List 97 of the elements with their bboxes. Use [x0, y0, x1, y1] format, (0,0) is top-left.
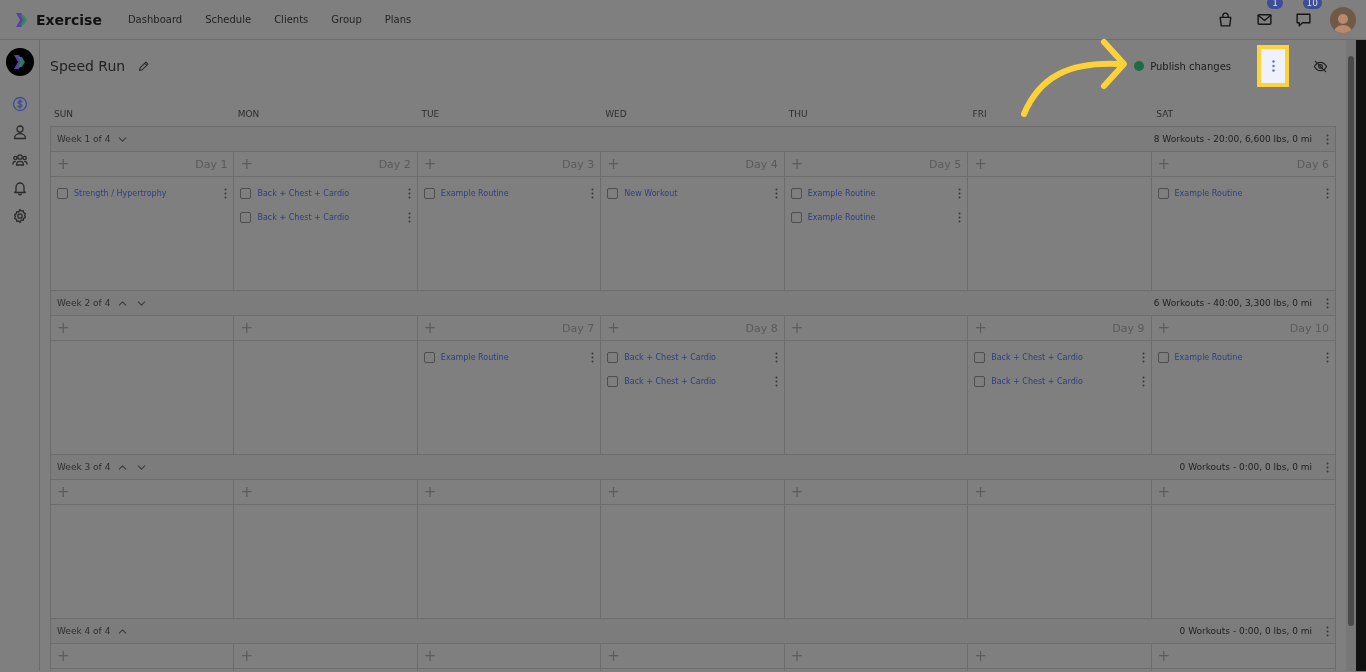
add-button[interactable]: + [423, 648, 437, 664]
add-button[interactable]: + [974, 648, 987, 664]
checkbox[interactable] [790, 211, 802, 223]
add-button[interactable]: + [240, 648, 253, 664]
weekday-label: MON [236, 109, 261, 119]
add-button[interactable]: + [1157, 156, 1171, 172]
workout-link[interactable]: Example Routine [1174, 188, 1243, 198]
weekday-label: SAT [1155, 109, 1175, 119]
weekday-label: WED [604, 109, 628, 119]
scrollbar-thumb[interactable] [1348, 56, 1354, 626]
workout-link[interactable]: Back + Chest + Cardio [257, 188, 350, 198]
checkbox[interactable] [423, 187, 435, 199]
chat-icon[interactable] [1295, 11, 1312, 28]
nav-link[interactable]: Group [331, 14, 362, 25]
checkbox[interactable] [607, 375, 619, 387]
week-label: Week 1 of 4 [57, 134, 111, 144]
checkbox[interactable] [240, 211, 252, 223]
person-icon[interactable] [11, 124, 28, 140]
nav-link[interactable]: Schedule [205, 14, 252, 25]
add-button[interactable]: + [974, 320, 987, 336]
add-button[interactable]: + [790, 320, 804, 336]
avatar[interactable] [1330, 6, 1356, 33]
app-name: Exercise [36, 11, 102, 28]
group-icon[interactable] [11, 152, 28, 168]
add-button[interactable]: + [1157, 648, 1171, 664]
weekday-label: FRI [971, 109, 988, 119]
workout-link[interactable]: Back + Chest + Cardio [991, 376, 1083, 386]
add-button[interactable]: + [423, 484, 437, 500]
add-button[interactable]: + [423, 156, 437, 172]
dollar-icon[interactable] [11, 96, 28, 112]
add-button[interactable]: + [607, 648, 620, 664]
checkbox[interactable] [974, 375, 986, 387]
workout-link[interactable]: Example Routine [807, 188, 876, 198]
nav-link[interactable]: Plans [384, 14, 412, 25]
hidden-eye-icon[interactable] [1313, 58, 1328, 74]
add-button[interactable]: + [57, 320, 70, 336]
add-button[interactable]: + [974, 484, 987, 500]
bag-icon[interactable] [1217, 11, 1234, 28]
workout-link[interactable]: Example Routine [440, 352, 509, 362]
more-icon [1271, 60, 1275, 72]
week-label: Week 4 of 4 [57, 626, 111, 636]
plan-title: Speed Run [50, 58, 126, 74]
add-button[interactable]: + [974, 156, 987, 172]
workout-link[interactable]: Back + Chest + Cardio [257, 212, 350, 222]
workout-link[interactable]: Back + Chest + Cardio [991, 352, 1083, 362]
add-button[interactable]: + [57, 648, 70, 664]
logo-icon[interactable] [5, 48, 34, 76]
logo-icon [14, 11, 30, 28]
settings-icon[interactable] [11, 208, 28, 224]
checkbox[interactable] [423, 351, 435, 363]
workout-link[interactable]: Example Routine [807, 212, 876, 222]
nav-link[interactable]: Clients [274, 14, 309, 25]
add-button[interactable]: + [1157, 484, 1171, 500]
checkbox[interactable] [607, 351, 619, 363]
week-summary: 0 Workouts - 0:00, 0 lbs, 0 mi [1179, 462, 1312, 472]
add-button[interactable]: + [790, 156, 804, 172]
workout-link[interactable]: Example Routine [440, 188, 509, 198]
weekday-label: SUN [53, 109, 75, 119]
checkbox[interactable] [1157, 187, 1169, 199]
workout-link[interactable]: Back + Chest + Cardio [624, 376, 716, 386]
mail-icon[interactable] [1256, 11, 1273, 28]
week-label: Week 2 of 4 [57, 298, 111, 308]
workout-link[interactable]: New Workout [624, 188, 678, 198]
status-dot [1134, 61, 1145, 71]
nav-link[interactable]: Dashboard [127, 14, 183, 25]
week-summary: 6 Workouts - 40:00, 3,300 lbs, 0 mi [1153, 298, 1312, 308]
count-badge: 10 [1302, 0, 1322, 9]
add-button[interactable]: + [790, 648, 804, 664]
add-button[interactable]: + [607, 484, 620, 500]
checkbox[interactable] [240, 187, 252, 199]
checkbox[interactable] [1157, 351, 1169, 363]
week-label: Week 3 of 4 [57, 462, 111, 472]
publish-link[interactable]: Publish changes [1150, 60, 1231, 72]
add-button[interactable]: + [1157, 320, 1171, 336]
week-summary: 8 Workouts - 20:00, 6,600 lbs, 0 mi [1153, 134, 1312, 144]
add-button[interactable]: + [57, 156, 70, 172]
add-button[interactable]: + [423, 320, 437, 336]
workout-link[interactable]: Strength / Hypertrophy [74, 188, 167, 198]
checkbox[interactable] [974, 351, 986, 363]
add-button[interactable]: + [790, 484, 804, 500]
week-summary: 0 Workouts - 0:00, 0 lbs, 0 mi [1179, 626, 1312, 636]
checkbox[interactable] [607, 187, 619, 199]
workout-link[interactable]: Back + Chest + Cardio [624, 352, 716, 362]
weekday-label: TUE [420, 109, 441, 119]
bell-icon[interactable] [11, 180, 28, 196]
add-button[interactable]: + [240, 156, 253, 172]
add-button[interactable]: + [240, 320, 253, 336]
add-button[interactable]: + [607, 156, 620, 172]
checkbox[interactable] [57, 187, 68, 199]
workout-link[interactable]: Example Routine [1174, 352, 1243, 362]
edit-icon[interactable] [137, 59, 151, 73]
checkbox[interactable] [790, 187, 802, 199]
weekday-label: THU [787, 109, 809, 119]
add-button[interactable]: + [57, 484, 70, 500]
add-button[interactable]: + [607, 320, 620, 336]
add-button[interactable]: + [240, 484, 253, 500]
count-badge: 1 [1267, 0, 1283, 9]
